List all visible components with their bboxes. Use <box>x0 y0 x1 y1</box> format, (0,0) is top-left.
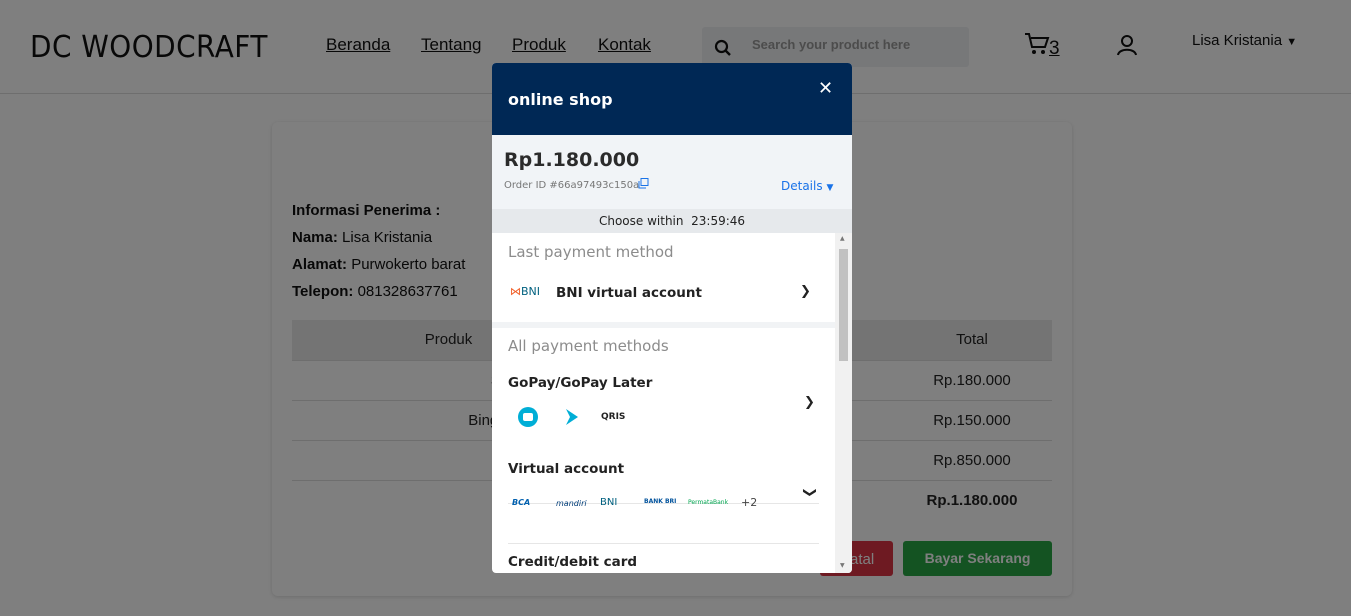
scroll-up-icon[interactable]: ▲ <box>840 235 845 242</box>
qris-logo: QRIS <box>601 412 626 422</box>
payment-modal: online shop ✕ Rp1.180.000 Order ID #66a9… <box>492 63 852 573</box>
bri-logo: BANK BRI <box>644 498 677 505</box>
section-separator <box>492 322 835 328</box>
scroll-thumb[interactable] <box>839 249 848 361</box>
more-banks-count: +2 <box>741 496 758 509</box>
mandiri-logo: mandiri <box>556 499 587 508</box>
close-icon[interactable]: ✕ <box>818 78 833 99</box>
chevron-right-icon: ❯ <box>804 395 815 410</box>
gopay-later-icon <box>566 409 578 425</box>
caret-down-icon: ▼ <box>826 183 834 193</box>
chevron-right-icon: ❯ <box>800 284 811 299</box>
countdown: Choose within 23:59:46 <box>492 209 852 233</box>
copy-icon[interactable] <box>638 178 649 189</box>
all-methods-title: All payment methods <box>508 337 669 355</box>
modal-header: online shop ✕ <box>492 63 852 135</box>
last-method-title: Last payment method <box>508 243 674 261</box>
scroll-down-icon[interactable]: ▼ <box>840 562 845 569</box>
payment-methods-list: Last payment method ⋈BNI BNI virtual acc… <box>492 233 835 573</box>
modal-title: online shop <box>508 90 613 109</box>
bni-logo: BNI <box>600 497 618 508</box>
gopay-icon <box>518 407 538 427</box>
order-id: Order ID #66a97493c150a <box>504 180 640 191</box>
scrollbar[interactable]: ▲ ▼ <box>835 233 852 573</box>
amount: Rp1.180.000 <box>504 149 640 171</box>
credit-card-option[interactable]: Credit/debit card <box>508 543 819 573</box>
bni-logo: ⋈BNI <box>510 285 541 298</box>
bca-logo: BCA <box>512 498 531 507</box>
bni-virtual-account-option[interactable]: ⋈BNI BNI virtual account ❯ <box>492 277 835 309</box>
details-toggle[interactable]: Details ▼ <box>781 179 833 193</box>
permata-logo: PermataBank <box>688 499 729 506</box>
chevron-down-icon: ❯ <box>801 487 817 498</box>
gopay-option[interactable]: GoPay/GoPay Later QRIS ❯ <box>492 371 835 441</box>
amount-panel: Rp1.180.000 Order ID #66a97493c150a Deta… <box>492 135 852 209</box>
virtual-account-option[interactable]: Virtual account BCA mandiri BNI BANK BRI… <box>492 455 835 535</box>
